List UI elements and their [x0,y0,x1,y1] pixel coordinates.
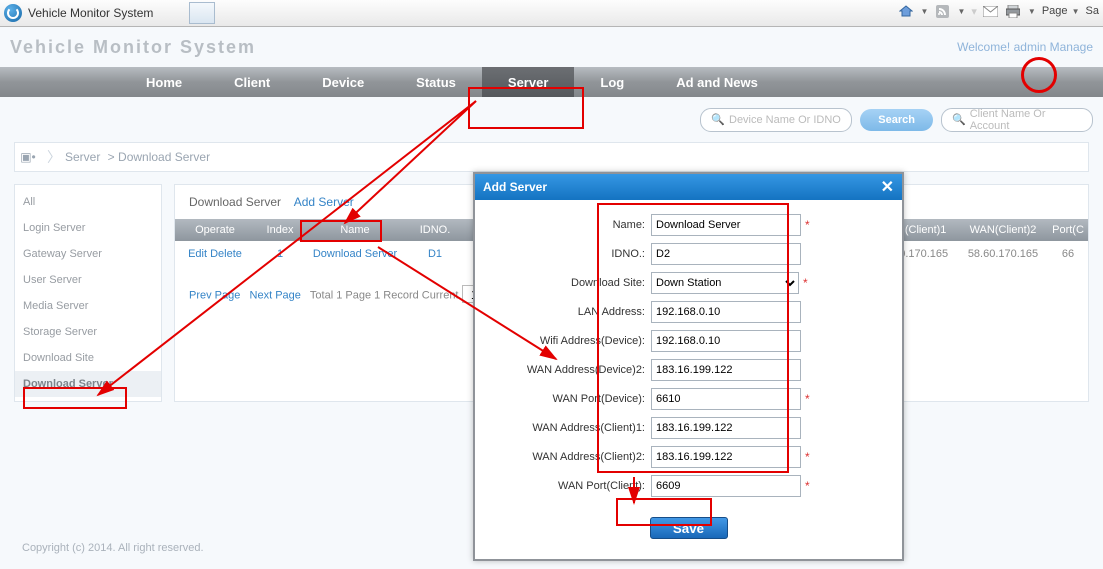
search-device-input[interactable]: 🔍Device Name Or IDNO [700,108,852,132]
print-icon[interactable] [1005,3,1021,19]
chevron-right-icon: 〉 [47,147,61,167]
required-icon: * [805,479,810,493]
prev-page[interactable]: Prev Page [189,290,240,302]
input-wan-client2[interactable] [651,446,801,468]
input-wan-port-device[interactable] [651,388,801,410]
col-name: Name [305,219,405,241]
add-server-link[interactable]: Add Server [294,195,354,209]
separator: ▾ [971,5,977,18]
search-icon: 🔍 [952,113,966,126]
label-download-site: Download Site: [495,277,651,289]
breadcrumb-page: Download Server [118,150,210,164]
camera-icon: ▣• [15,150,41,164]
menu-spacer [0,67,120,97]
ie-logo-icon [4,4,22,22]
search-button[interactable]: Search [860,109,933,131]
menu-status[interactable]: Status [390,67,482,97]
page-menu[interactable]: Page ▼ [1042,5,1080,17]
menu-home[interactable]: Home [120,67,208,97]
sidebar-item-download-server[interactable]: Download Server [15,371,161,397]
cell-port: 66 [1048,241,1088,267]
menu-device[interactable]: Device [296,67,390,97]
sidebar-item-gateway-server[interactable]: Gateway Server [15,241,161,267]
menu-ad-news[interactable]: Ad and News [650,67,784,97]
sidebar-item-all[interactable]: All [15,189,161,215]
welcome-block: Welcome! admin Manage [957,40,1093,54]
rss-icon[interactable] [934,3,950,19]
menu-log[interactable]: Log [574,67,650,97]
menu-server[interactable]: Server [482,67,574,97]
search-client-input[interactable]: 🔍Client Name Or Account [941,108,1093,132]
sidebar-item-media-server[interactable]: Media Server [15,293,161,319]
input-wan-port-client[interactable] [651,475,801,497]
cell-idno: D1 [405,241,465,267]
col-index: Index [255,219,305,241]
required-icon: * [805,218,810,232]
menu-client[interactable]: Client [208,67,296,97]
new-tab-button[interactable] [189,2,215,24]
search-icon: 🔍 [711,113,725,126]
input-name[interactable] [651,214,801,236]
dropdown-icon[interactable]: ▼ [957,7,965,16]
user-link[interactable]: admin [1014,40,1047,54]
sidebar-item-user-server[interactable]: User Server [15,267,161,293]
label-wan-port-client: WAN Port(Client): [495,480,651,492]
cell-name[interactable]: Download Server [313,248,397,260]
modal-close-button[interactable]: ✕ [881,177,894,197]
label-wan-device2: WAN Address(Device)2: [495,364,651,376]
browser-tab-title[interactable]: Vehicle Monitor System [26,6,183,20]
label-wifi-address: Wifi Address(Device): [495,335,651,347]
sidebar-item-download-site[interactable]: Download Site [15,345,161,371]
col-operate: Operate [175,219,255,241]
panel-title: Download Server [189,195,281,209]
home-icon[interactable] [898,3,914,19]
select-download-site[interactable]: Down Station [651,272,799,294]
label-wan-client2: WAN Address(Client)2: [495,451,651,463]
add-server-modal: Add Server ✕ Name: * IDNO.: Download Site… [473,172,904,561]
save-button[interactable]: Save [650,517,728,539]
input-idno[interactable] [651,243,801,265]
pager-total: Total 1 Page 1 Record Current [310,290,459,302]
input-wifi-address[interactable] [651,330,801,352]
label-lan-address: LAN Address: [495,306,651,318]
cell-index: 1 [255,241,305,267]
required-icon: * [805,392,810,406]
breadcrumb: ▣• 〉 Server > Download Server [14,142,1089,172]
col-idno: IDNO. [405,219,465,241]
breadcrumb-root[interactable]: Server [65,150,100,164]
safety-menu[interactable]: Sa [1086,5,1099,17]
modal-title: Add Server [483,180,547,194]
sidebar-item-login-server[interactable]: Login Server [15,215,161,241]
sidebar-item-storage-server[interactable]: Storage Server [15,319,161,345]
required-icon: * [803,276,808,290]
label-wan-port-device: WAN Port(Device): [495,393,651,405]
input-wan-device2[interactable] [651,359,801,381]
sidebar: All Login Server Gateway Server User Ser… [14,184,162,402]
footer-copyright: Copyright (c) 2014. All right reserved. [22,542,204,554]
col-port: Port(C [1048,219,1088,241]
breadcrumb-sep: > [104,150,118,164]
edit-link[interactable]: Edit [188,248,207,260]
input-wan-client1[interactable] [651,417,801,439]
mail-icon[interactable] [983,3,999,19]
dropdown-icon[interactable]: ▼ [1028,7,1036,16]
manage-link[interactable]: Manage [1050,40,1093,54]
cell-wan2: 58.60.170.165 [958,241,1048,267]
main-menu: Home Client Device Status Server Log Ad … [0,67,1103,97]
label-idno: IDNO.: [495,248,651,260]
label-wan-client1: WAN Address(Client)1: [495,422,651,434]
input-lan-address[interactable] [651,301,801,323]
welcome-label: Welcome! [957,40,1010,54]
required-icon: * [805,450,810,464]
delete-link[interactable]: Delete [210,248,242,260]
label-name: Name: [495,219,651,231]
app-title: Vehicle Monitor System [10,37,256,58]
browser-tools: ▼ ▼ ▾ ▼ Page ▼ Sa [898,3,1099,19]
col-wan-client2: WAN(Client)2 [958,219,1048,241]
next-page[interactable]: Next Page [250,290,301,302]
browser-bar: Vehicle Monitor System ▼ ▼ ▾ ▼ Page ▼ Sa [0,0,1103,27]
dropdown-icon[interactable]: ▼ [921,7,929,16]
